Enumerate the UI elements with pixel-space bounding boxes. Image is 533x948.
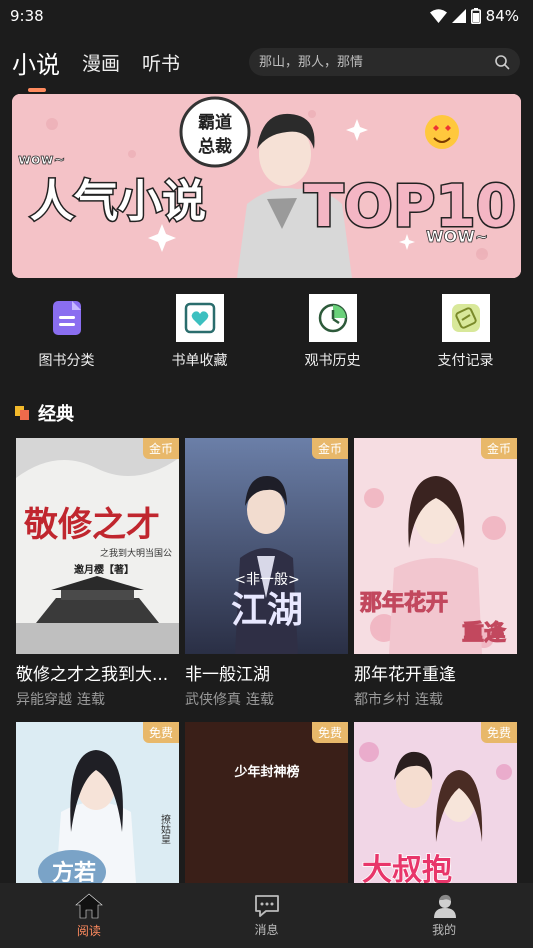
book-cover[interactable]: <非一般> 江湖 金币 (185, 438, 348, 654)
nav-read[interactable]: 阅读 (0, 883, 178, 948)
battery-percent: 84% (485, 7, 519, 25)
tab-comics[interactable]: 漫画 (82, 49, 120, 76)
cover-title: 方若 (52, 860, 96, 883)
cover-title: 江湖 (231, 589, 303, 631)
nav-messages[interactable]: 消息 (178, 883, 356, 948)
profile-icon[interactable] (432, 894, 457, 918)
book-meta: 都市乡村 连载 (354, 689, 517, 709)
quick-action-label: 支付记录 (437, 353, 494, 369)
banner-title: 人气小说 (30, 176, 206, 227)
quick-action-label: 观书历史 (304, 353, 361, 369)
section-marker-icon (15, 406, 29, 420)
history-icon[interactable] (308, 294, 357, 342)
status-icons: 84% (429, 7, 519, 25)
price-badge: 金币 (311, 438, 348, 459)
banner-wow-right: WOW~ (426, 227, 488, 246)
book-cover[interactable]: 方若 撩姑皇 免费 (16, 722, 179, 883)
message-icon[interactable] (254, 894, 280, 918)
book-status: 连载 (77, 692, 105, 708)
wifi-icon (429, 9, 447, 23)
cover-title: 那年花开 (360, 590, 448, 616)
price-badge: 金币 (142, 438, 179, 459)
cover-subtitle: 之我到大明当国公 (100, 547, 172, 559)
book-title[interactable]: 敬修之才之我到大... (16, 660, 179, 685)
search-icon[interactable] (494, 54, 510, 70)
price-badge: 金币 (480, 438, 517, 459)
book-cover[interactable]: 敬修之才 之我到大明当国公 邀月樱【著】 金币 (16, 438, 179, 654)
book-card[interactable]: 方若 撩姑皇 免费 (16, 722, 179, 883)
book-genre: 武侠修真 (185, 692, 241, 708)
cover-side-text: 撩姑皇 (159, 813, 171, 844)
cover-subtitle: 重逢 (462, 620, 506, 646)
nav-label: 阅读 (76, 923, 101, 938)
category-icon[interactable] (43, 294, 91, 342)
quick-action-payments[interactable]: 支付记录 (399, 294, 532, 374)
book-card[interactable]: 敬修之才 之我到大明当国公 邀月樱【著】 金币 敬修之才之我到大... 异能穿越… (16, 438, 179, 709)
book-genre: 异能穿越 (16, 692, 72, 708)
tab-audiobooks[interactable]: 听书 (142, 49, 180, 76)
book-status: 连载 (246, 692, 274, 708)
banner-tag-top: 霸道 (198, 112, 232, 133)
quick-action-label: 图书分类 (38, 353, 95, 369)
cover-title: 敬修之才 (23, 505, 160, 545)
book-cover[interactable]: 大叔抱 免费 (354, 722, 517, 883)
price-badge: 免费 (142, 722, 179, 743)
price-badge: 免费 (480, 722, 517, 743)
nav-label: 我的 (432, 922, 457, 937)
book-card[interactable]: 少年封神榜 免费 (185, 722, 348, 883)
banner-wow-left: wow~ (18, 152, 65, 168)
quick-action-label: 书单收藏 (171, 353, 228, 369)
book-cover[interactable]: 少年封神榜 免费 (185, 722, 348, 883)
cover-title: 少年封神榜 (233, 764, 299, 780)
quick-action-favorites[interactable]: 书单收藏 (133, 294, 266, 374)
cover-title: 大叔抱 (362, 853, 452, 883)
nav-profile[interactable]: 我的 (355, 883, 533, 948)
tab-novel[interactable]: 小说 (12, 45, 60, 92)
book-status: 连载 (415, 692, 443, 708)
bottom-navigation: 阅读 消息 我的 (0, 883, 533, 948)
book-card[interactable]: 大叔抱 免费 (354, 722, 517, 883)
book-card[interactable]: <非一般> 江湖 金币 非一般江湖 武侠修真 连载 (185, 438, 348, 709)
cover-author: 邀月樱【著】 (74, 563, 134, 576)
home-icon[interactable] (75, 893, 103, 919)
payment-icon[interactable] (441, 294, 490, 342)
promo-banner[interactable]: 霸道 总裁 wow~ 人气小说 TOP10 WOW~ (12, 94, 521, 278)
book-meta: 异能穿越 连载 (16, 689, 179, 709)
search-bar[interactable] (249, 48, 520, 76)
nav-label: 消息 (254, 922, 279, 937)
book-cover[interactable]: 那年花开 重逢 金币 (354, 438, 517, 654)
quick-action-history[interactable]: 观书历史 (266, 294, 399, 374)
book-title[interactable]: 非一般江湖 (185, 660, 348, 685)
signal-icon (451, 9, 466, 23)
price-badge: 免费 (311, 722, 348, 743)
section-header: 经典 (14, 400, 74, 426)
book-card[interactable]: 那年花开 重逢 金币 那年花开重逢 都市乡村 连载 (354, 438, 517, 709)
book-meta: 武侠修真 连载 (185, 689, 348, 709)
favorite-icon[interactable] (175, 294, 224, 342)
banner-art: 霸道 总裁 wow~ 人气小说 TOP10 WOW~ (12, 94, 521, 278)
quick-action-category[interactable]: 图书分类 (0, 294, 133, 374)
cover-subtitle: <非一般> (234, 572, 299, 588)
search-input[interactable] (259, 54, 494, 70)
status-time: 9:38 (10, 7, 44, 25)
battery-icon (470, 8, 481, 24)
quick-actions: 图书分类 书单收藏 观书历史 支付记录 (0, 294, 533, 374)
book-genre: 都市乡村 (354, 692, 410, 708)
book-title[interactable]: 那年花开重逢 (354, 660, 517, 685)
status-bar: 9:38 84% (0, 0, 533, 32)
section-title: 经典 (38, 404, 74, 425)
banner-tag-bottom: 总裁 (198, 136, 232, 157)
